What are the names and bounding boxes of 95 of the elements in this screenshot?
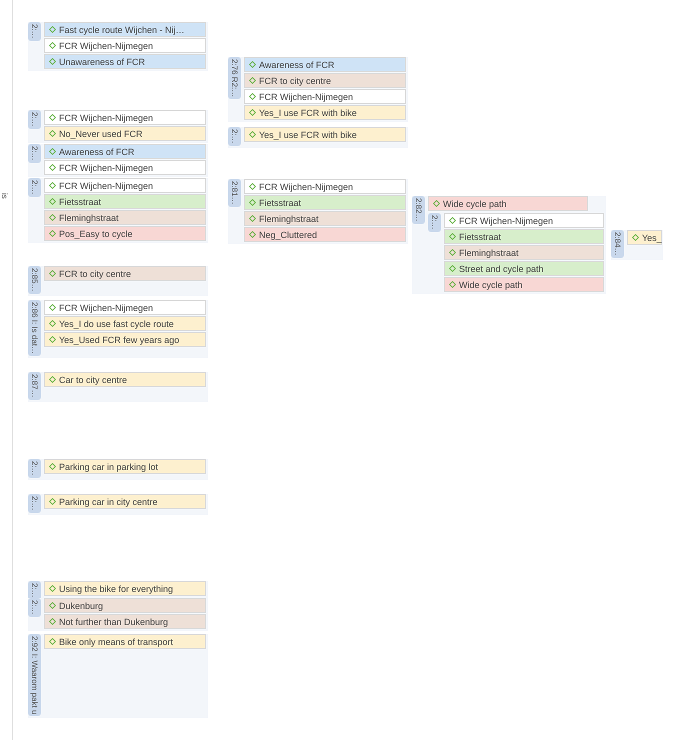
code-chip[interactable]: Yes_ [627, 230, 662, 245]
code-chip[interactable]: Wide cycle path [428, 196, 588, 211]
diamond-icon [249, 109, 256, 116]
code-chip[interactable]: FCR Wijchen-Nijmegen [44, 110, 206, 125]
code-chip[interactable]: FCR to city centre [44, 266, 206, 281]
diamond-icon [49, 638, 56, 645]
code-chip[interactable]: Neg_Cluttered [244, 227, 406, 242]
code-chip[interactable]: Awareness of FCR [44, 144, 206, 159]
diamond-icon [49, 58, 56, 65]
diamond-icon [49, 602, 56, 609]
diamond-icon [49, 230, 56, 237]
diamond-icon [249, 61, 256, 68]
diamond-icon [49, 618, 56, 625]
diamond-icon [49, 42, 56, 49]
code-chip[interactable]: FCR Wijchen-Nijmegen [244, 89, 406, 104]
diamond-icon [249, 231, 256, 238]
diamond-icon [449, 217, 456, 224]
code-chip[interactable]: Bike only means of transport [44, 634, 206, 649]
diamond-icon [249, 131, 256, 138]
diamond-icon [49, 376, 56, 383]
quotation-label[interactable]: 2:… [28, 110, 41, 129]
quotation-label[interactable]: 2:… [28, 459, 41, 478]
code-chip[interactable]: No_Never used FCR [44, 126, 206, 141]
quotation-label[interactable]: 2:82… [412, 196, 425, 224]
quotation-label[interactable]: 2:… [28, 178, 41, 197]
diamond-icon [249, 199, 256, 206]
diamond-icon [449, 233, 456, 240]
quotation-label[interactable]: 2:84… [611, 230, 624, 258]
quotation-label[interactable]: 2:… [28, 581, 41, 600]
code-chip[interactable]: FCR Wijchen-Nijmegen [44, 38, 206, 53]
code-chip[interactable]: Fietsstraat [44, 194, 206, 209]
diamond-icon [49, 214, 56, 221]
code-chip[interactable]: Yes_I do use fast cycle route [44, 316, 206, 331]
code-chip[interactable]: Fietsstraat [244, 195, 406, 210]
code-chip[interactable]: Yes_I use FCR with bike [244, 127, 406, 142]
diamond-icon [49, 148, 56, 155]
quotation-label[interactable]: 2:… [28, 22, 41, 41]
code-chip[interactable]: Unawareness of FCR [44, 54, 206, 69]
diamond-icon [49, 320, 56, 327]
quotation-label[interactable]: 2:81… [228, 179, 241, 207]
code-chip[interactable]: FCR Wijchen-Nijmegen [444, 213, 604, 228]
diamond-icon [49, 463, 56, 470]
diamond-icon [249, 93, 256, 100]
code-chip[interactable]: Fleminghstraat [444, 245, 604, 260]
diamond-icon [433, 200, 440, 207]
code-chip[interactable]: Dukenburg [44, 598, 206, 613]
quotation-label[interactable]: 2:87… [28, 372, 41, 400]
quotation-label[interactable]: 2:85… [28, 266, 41, 294]
diamond-icon [632, 234, 639, 241]
diamond-icon [449, 265, 456, 272]
margin-label: is [0, 193, 9, 199]
quotation-label[interactable]: 2:92 I: Waarom pakt u [28, 634, 41, 716]
code-chip[interactable]: Fietsstraat [444, 229, 604, 244]
quotation-label[interactable]: 2:… [28, 598, 41, 617]
quotation-label[interactable]: 2:76 R2:… [228, 57, 241, 100]
code-chip[interactable]: Fleminghstraat [244, 211, 406, 226]
code-chip[interactable]: Not further than Dukenburg [44, 614, 206, 629]
diamond-icon [449, 281, 456, 288]
quotation-label[interactable]: 2:86 I: Is dat… [28, 300, 41, 356]
diamond-icon [49, 26, 56, 33]
diamond-icon [249, 183, 256, 190]
code-chip[interactable]: Using the bike for everything [44, 581, 206, 596]
code-chip[interactable]: FCR Wijchen-Nijmegen [44, 160, 206, 175]
code-chip[interactable]: Fast cycle route Wijchen - Nij… [44, 22, 206, 37]
diamond-icon [249, 215, 256, 222]
diamond-icon [49, 270, 56, 277]
quotation-label[interactable]: 2:… [228, 127, 241, 146]
diamond-icon [49, 304, 56, 311]
diamond-icon [49, 182, 56, 189]
diamond-icon [49, 498, 56, 505]
diamond-icon [49, 336, 56, 343]
code-chip[interactable]: Pos_Easy to cycle [44, 226, 206, 241]
quotation-label[interactable]: 2:… [428, 213, 441, 232]
code-chip[interactable]: Car to city centre [44, 372, 206, 387]
code-chip[interactable]: FCR Wijchen-Nijmegen [44, 300, 206, 315]
code-chip[interactable]: Fleminghstraat [44, 210, 206, 225]
diamond-icon [49, 114, 56, 121]
diamond-icon [49, 198, 56, 205]
diamond-icon [49, 164, 56, 171]
code-chip[interactable]: FCR Wijchen-Nijmegen [44, 178, 206, 193]
quotation-label[interactable]: 2:… [28, 144, 41, 163]
quotation-label[interactable]: 2:… [28, 494, 41, 513]
code-chip[interactable]: Yes_I use FCR with bike [244, 105, 406, 120]
diamond-icon [49, 130, 56, 137]
diamond-icon [49, 585, 56, 592]
code-chip[interactable]: Parking car in city centre [44, 494, 206, 509]
code-chip[interactable]: FCR to city centre [244, 73, 406, 88]
code-chip[interactable]: Yes_Used FCR few years ago [44, 332, 206, 347]
diamond-icon [449, 249, 456, 256]
code-chip[interactable]: FCR Wijchen-Nijmegen [244, 179, 406, 194]
code-chip[interactable]: Awareness of FCR [244, 57, 406, 72]
diamond-icon [249, 77, 256, 84]
code-chip[interactable]: Street and cycle path [444, 261, 604, 276]
code-chip[interactable]: Parking car in parking lot [44, 459, 206, 474]
code-chip[interactable]: Wide cycle path [444, 277, 604, 292]
